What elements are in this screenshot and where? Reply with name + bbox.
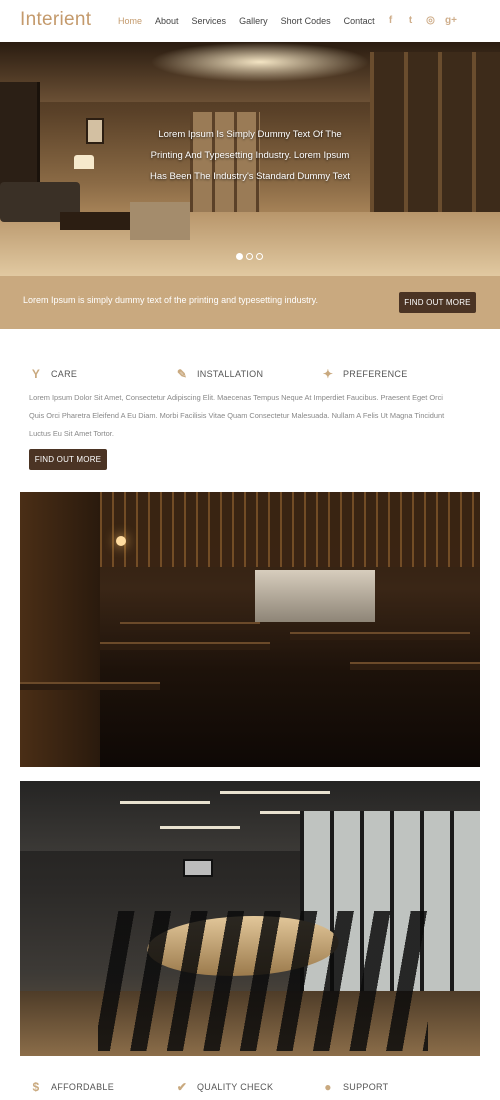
feature-label: Care bbox=[51, 369, 78, 379]
ceiling-light-strip bbox=[160, 826, 240, 829]
features-paragraph: Lorem Ipsum Dolor Sit Amet, Consectetur … bbox=[29, 393, 445, 438]
slider-dot-3[interactable] bbox=[256, 253, 263, 260]
dollar-icon: $ bbox=[32, 1080, 40, 1094]
hero-armchair bbox=[130, 202, 190, 240]
main-nav: Home About Services Gallery Short Codes … bbox=[118, 16, 388, 26]
social-links: f t ◎ g+ bbox=[385, 15, 457, 26]
restaurant-photo bbox=[20, 492, 480, 767]
features-find-out-more-button[interactable]: Find out more bbox=[29, 449, 107, 470]
slider-dot-2[interactable] bbox=[246, 253, 253, 260]
restaurant-wall bbox=[20, 492, 100, 767]
hero-caption-line: Has Been The Industry's Standard Dummy T… bbox=[149, 171, 350, 182]
nav-about[interactable]: About bbox=[155, 16, 179, 26]
feature-label: Quality check bbox=[197, 1082, 274, 1092]
feature-label: Installation bbox=[197, 369, 264, 379]
promo-band: Lorem Ipsum is simply dummy text of the … bbox=[0, 276, 500, 329]
find-out-more-button[interactable]: Find out more bbox=[399, 292, 476, 313]
restaurant-table bbox=[120, 622, 260, 630]
wrench-icon: ✎ bbox=[176, 367, 188, 381]
restaurant-ceiling bbox=[100, 492, 480, 567]
google-plus-icon[interactable]: g+ bbox=[445, 15, 457, 26]
promo-text: Lorem Ipsum is simply dummy text of the … bbox=[23, 295, 318, 305]
nav-services[interactable]: Services bbox=[192, 16, 227, 26]
facebook-icon[interactable]: f bbox=[385, 15, 396, 26]
nav-short-codes[interactable]: Short Codes bbox=[281, 16, 331, 26]
restaurant-window-city bbox=[255, 570, 375, 622]
hero-ceiling-light bbox=[150, 42, 370, 82]
instagram-icon[interactable]: ◎ bbox=[425, 15, 436, 26]
feature-label: Preference bbox=[343, 369, 408, 379]
feature-installation: ✎ Installation bbox=[175, 366, 263, 382]
site-logo[interactable]: Interient bbox=[20, 9, 91, 31]
feature-label: Affordable bbox=[51, 1082, 115, 1092]
check-icon: ✔ bbox=[176, 1080, 188, 1094]
restaurant-table bbox=[20, 682, 160, 690]
twitter-icon[interactable]: t bbox=[405, 15, 416, 26]
restaurant-table bbox=[290, 632, 470, 640]
conference-chairs bbox=[98, 911, 428, 1051]
restaurant-table bbox=[100, 642, 270, 650]
feature-affordable: $ Affordable bbox=[29, 1079, 114, 1095]
ceiling-light-strip bbox=[220, 791, 330, 794]
feature-label: Support bbox=[343, 1082, 389, 1092]
restaurant-table bbox=[350, 662, 480, 670]
hero-picture-frame bbox=[86, 118, 104, 144]
slider-dot-1[interactable] bbox=[236, 253, 243, 260]
site-header: Interient Home About Services Gallery Sh… bbox=[0, 0, 500, 42]
hero-caption-line: Lorem Ipsum Is Simply Dummy Text Of The bbox=[158, 129, 342, 140]
hero-caption-line: Printing And Typesetting Industry. Lorem… bbox=[150, 150, 350, 161]
cocktail-glass-icon: Y bbox=[31, 367, 41, 381]
hero-coffee-table bbox=[60, 212, 130, 230]
pin-icon: ✦ bbox=[322, 367, 334, 381]
conference-tv bbox=[183, 859, 213, 877]
nav-home[interactable]: Home bbox=[118, 16, 142, 26]
hero-slider: Lorem Ipsum Is Simply Dummy Text Of The … bbox=[0, 42, 500, 276]
nav-contact[interactable]: Contact bbox=[344, 16, 375, 26]
slider-dots bbox=[236, 253, 263, 260]
conference-room-photo bbox=[20, 781, 480, 1056]
restaurant-lamp bbox=[116, 536, 126, 546]
feature-care: Y Care bbox=[29, 366, 77, 382]
feature-quality-check: ✔ Quality check bbox=[175, 1079, 273, 1095]
feature-preference: ✦ Preference bbox=[321, 366, 408, 382]
hero-caption: Lorem Ipsum Is Simply Dummy Text Of The … bbox=[130, 124, 370, 187]
ceiling-light-strip bbox=[120, 801, 210, 804]
hero-lamp bbox=[74, 155, 94, 169]
feature-support: ● Support bbox=[321, 1079, 388, 1095]
nav-gallery[interactable]: Gallery bbox=[239, 16, 268, 26]
user-icon: ● bbox=[324, 1080, 332, 1094]
